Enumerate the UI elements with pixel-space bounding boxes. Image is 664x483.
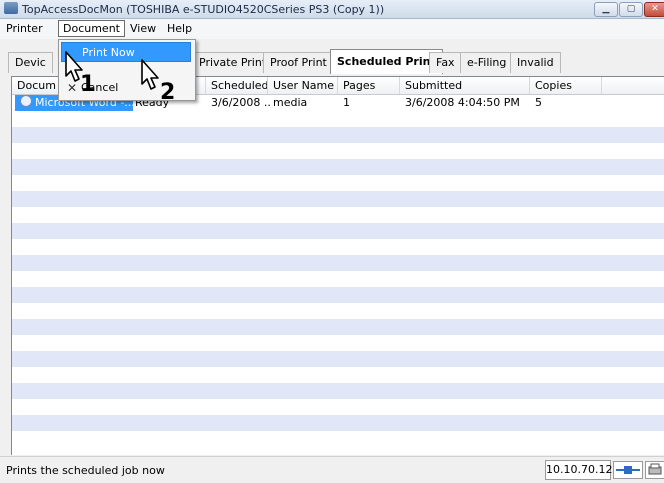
column-header-user-name[interactable]: User Name [268, 77, 338, 94]
tab-e-filing[interactable]: e-Filing [460, 52, 514, 73]
column-header-pages[interactable]: Pages [338, 77, 400, 94]
title-bar[interactable]: TopAccessDocMon (TOSHIBA e-STUDIO4520CSe… [0, 0, 664, 19]
cell-submitted: 3/6/2008 4:04:50 PM [405, 96, 520, 109]
column-header-submitted[interactable]: Submitted [400, 77, 530, 94]
empty-row [12, 351, 664, 367]
column-header-copies[interactable]: Copies [530, 77, 602, 94]
menu-view[interactable]: View [126, 21, 160, 36]
empty-row [12, 255, 664, 271]
status-message: Prints the scheduled job now [6, 464, 165, 477]
cell-scheduled: 3/6/2008 ... [211, 96, 271, 109]
empty-row [12, 383, 664, 399]
empty-row [12, 287, 664, 303]
cell-user-name: media [273, 96, 308, 109]
job-list[interactable]: Docum Scheduled User Name Pages Submitte… [11, 76, 664, 455]
menu-document[interactable]: Document [58, 20, 125, 37]
close-button[interactable]: ✕ [644, 2, 664, 17]
cell-copies: 5 [535, 96, 542, 109]
step-number-2: 2 [160, 80, 176, 105]
step-number-1: 1 [80, 72, 96, 97]
application-window: TopAccessDocMon (TOSHIBA e-STUDIO4520CSe… [0, 0, 664, 483]
connection-icon [613, 461, 643, 479]
tab-fax[interactable]: Fax [429, 52, 462, 73]
menu-bar: Printer Document View Help [0, 19, 664, 39]
tab-scheduled-print[interactable]: Scheduled Print [330, 49, 443, 74]
menu-help[interactable]: Help [163, 21, 196, 36]
maximize-button[interactable]: ▢ [619, 2, 643, 17]
tab-device[interactable]: Devic [8, 52, 53, 73]
empty-row [12, 223, 664, 239]
empty-row [12, 127, 664, 143]
menu-printer[interactable]: Printer [2, 21, 47, 36]
tab-proof-print[interactable]: Proof Print [263, 52, 334, 73]
app-printer-icon [4, 2, 18, 14]
tab-private-print[interactable]: Private Print [192, 52, 274, 73]
scheduled-clock-icon [20, 95, 32, 107]
empty-row [12, 159, 664, 175]
empty-row [12, 415, 664, 431]
minimize-button[interactable]: ▁ [594, 2, 618, 17]
column-header-scheduled[interactable]: Scheduled [206, 77, 268, 94]
tab-invalid[interactable]: Invalid [510, 52, 561, 73]
empty-row [12, 191, 664, 207]
cell-pages: 1 [343, 96, 350, 109]
printer-status-icon [645, 461, 664, 479]
empty-row [12, 319, 664, 335]
ip-address: 10.10.70.120 [545, 460, 619, 480]
window-title: TopAccessDocMon (TOSHIBA e-STUDIO4520CSe… [22, 3, 385, 16]
status-bar: Prints the scheduled job now 10.10.70.12… [0, 456, 664, 483]
